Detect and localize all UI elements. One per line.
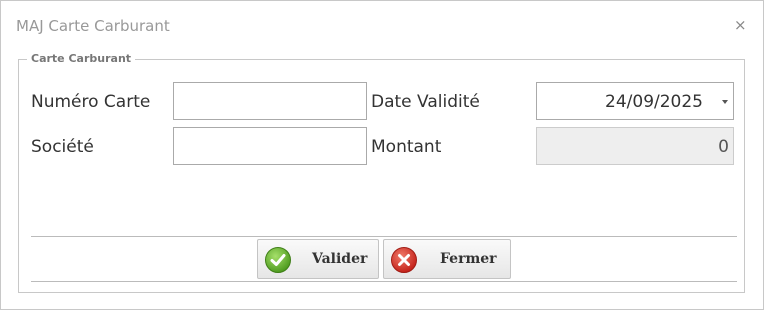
chevron-down-icon[interactable] xyxy=(722,100,728,104)
valider-button[interactable]: Valider xyxy=(257,239,379,279)
date-validite-value: 24/09/2025 xyxy=(605,92,703,112)
fermer-label: Fermer xyxy=(440,251,497,267)
date-validite-picker[interactable]: 24/09/2025 xyxy=(536,82,734,120)
dialog: MAJ Carte Carburant × Carte Carburant Nu… xyxy=(0,0,764,310)
montant-input: 0 xyxy=(536,127,734,165)
date-validite-label: Date Validité xyxy=(371,92,480,112)
fieldset-legend: Carte Carburant xyxy=(27,52,136,65)
numero-carte-input[interactable] xyxy=(173,82,367,120)
fermer-button[interactable]: Fermer xyxy=(383,239,511,279)
societe-label: Société xyxy=(31,137,94,157)
check-circle-icon xyxy=(265,247,291,273)
dialog-title: MAJ Carte Carburant xyxy=(16,17,170,35)
divider-top xyxy=(31,236,737,237)
divider-bottom xyxy=(31,281,737,282)
valider-label: Valider xyxy=(312,251,368,267)
numero-carte-label: Numéro Carte xyxy=(31,92,151,112)
montant-value: 0 xyxy=(718,137,729,157)
montant-label: Montant xyxy=(371,137,442,157)
societe-input[interactable] xyxy=(173,127,367,165)
close-icon[interactable]: × xyxy=(734,16,747,34)
x-circle-icon xyxy=(391,247,417,273)
